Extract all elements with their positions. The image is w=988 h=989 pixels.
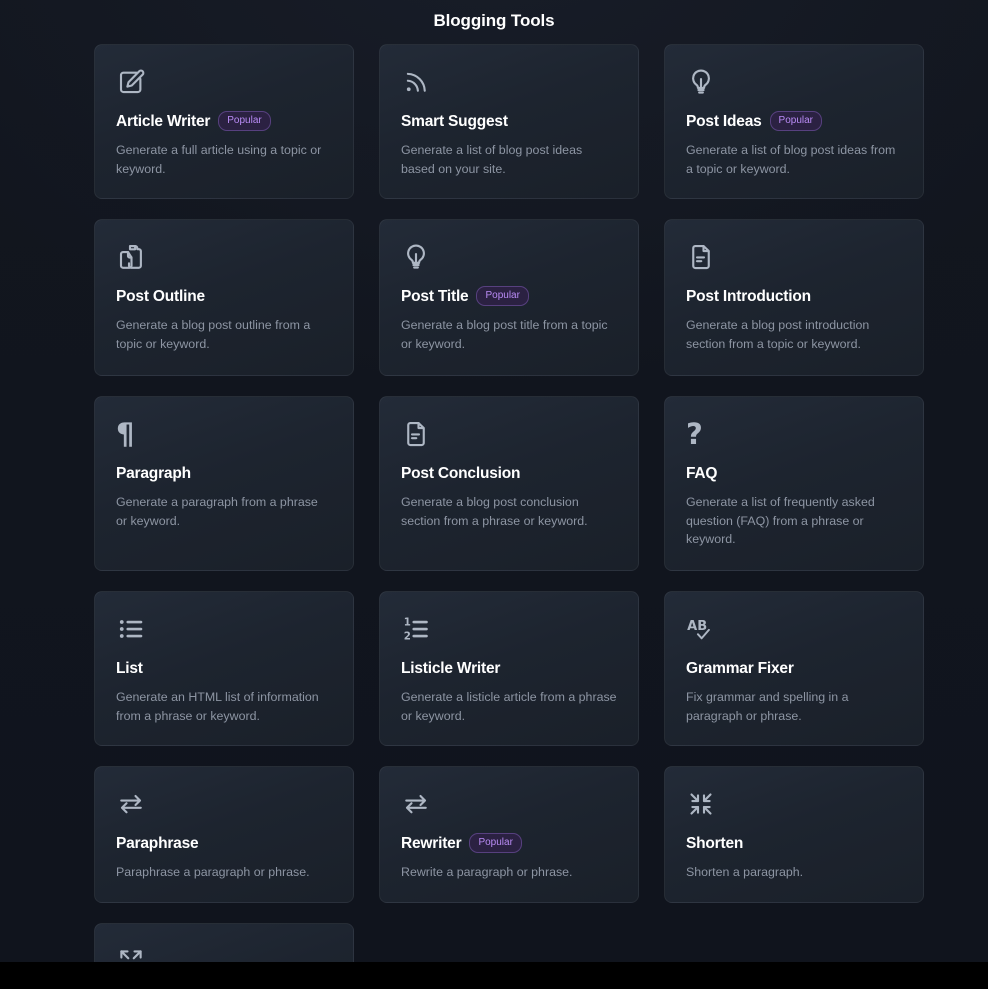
- tool-card-post-conclusion[interactable]: Post Conclusion Generate a blog post conc…: [379, 396, 639, 571]
- tool-card-rewriter[interactable]: Rewriter Popular Rewrite a paragraph or ph…: [379, 766, 639, 903]
- tool-card-listicle-writer[interactable]: 1 2 Listicle Writer Generate a listicle art…: [379, 591, 639, 746]
- question-mark-icon: ?: [686, 417, 703, 451]
- tool-title: Post Introduction: [686, 287, 811, 305]
- tool-card-header: Post Outline: [116, 286, 332, 306]
- popular-badge: Popular: [469, 833, 522, 853]
- tool-card-header: FAQ: [686, 463, 902, 483]
- tool-card-header: Paraphrase: [116, 833, 332, 853]
- tool-title: Post Conclusion: [401, 464, 521, 482]
- tool-card-paraphrase[interactable]: Paraphrase Paraphrase a paragraph or phra…: [94, 766, 354, 903]
- tool-card-smart-suggest[interactable]: Smart Suggest Generate a list of blog pos…: [379, 44, 639, 199]
- tool-title: Post Outline: [116, 287, 205, 305]
- tool-title: Paragraph: [116, 464, 191, 482]
- svg-text:AB: AB: [687, 619, 707, 634]
- tool-description: Fix grammar and spelling in a paragraph …: [686, 690, 849, 723]
- tool-card-header: Shorten: [686, 833, 902, 853]
- shrink-arrows-icon: [686, 789, 902, 823]
- tool-card-post-introduction[interactable]: Post Introduction Generate a blog post in…: [664, 219, 924, 376]
- spellcheck-ab-icon: AB: [686, 614, 902, 648]
- tool-description: Generate an HTML list of information fro…: [116, 690, 319, 723]
- tool-card-header: Paragraph: [116, 463, 332, 483]
- tool-card-expand[interactable]: ExpandExpand a phrase or keyword into a …: [94, 922, 354, 963]
- tool-card-shorten[interactable]: Shorten Shorten a paragraph.: [664, 766, 924, 903]
- tool-description: Generate a blog post outline from a topi…: [116, 318, 311, 351]
- tool-description: Generate a blog post introduction sectio…: [686, 318, 870, 351]
- tool-description: Generate a list of blog post ideas based…: [401, 143, 583, 176]
- tool-card-header: Article Writer Popular: [116, 111, 332, 131]
- swap-arrows-icon: [401, 789, 617, 823]
- expand-arrows-icon: [116, 946, 332, 963]
- page-title: Blogging Tools: [433, 11, 555, 30]
- tool-card-header: Post Conclusion: [401, 463, 617, 483]
- tool-title: Paraphrase: [116, 834, 199, 852]
- tool-card-header: Grammar Fixer: [686, 658, 902, 678]
- tool-title: Grammar Fixer: [686, 659, 794, 677]
- tools-grid: Article Writer Popular Generate a full art…: [0, 36, 988, 962]
- tool-title: Shorten: [686, 834, 744, 852]
- tool-card-header: Post Introduction: [686, 286, 902, 306]
- svg-text:2: 2: [404, 630, 411, 642]
- tool-title: Article Writer: [116, 112, 211, 130]
- tool-title: List: [116, 659, 143, 677]
- tool-card-header: Rewriter Popular: [401, 833, 617, 853]
- swap-arrows-icon: [116, 789, 332, 823]
- lightbulb-icon: [686, 67, 902, 101]
- tool-title: Rewriter: [401, 834, 462, 852]
- document-text-icon: [686, 242, 902, 276]
- tool-card-list[interactable]: List Generate an HTML list of information…: [94, 591, 354, 746]
- tool-card-header: Listicle Writer: [401, 658, 617, 678]
- popular-badge: Popular: [769, 111, 822, 131]
- pencil-square-icon: [116, 67, 332, 101]
- tool-card-grammar-fixer[interactable]: AB Grammar Fixer Fix grammar and spelling …: [664, 591, 924, 746]
- tool-description: Generate a blog post conclusion section …: [401, 495, 588, 528]
- tool-title: Smart Suggest: [401, 112, 508, 130]
- tool-card-header: Post Title Popular: [401, 286, 617, 306]
- tool-description: Shorten a paragraph.: [686, 865, 804, 879]
- tool-description: Paraphrase a paragraph or phrase.: [116, 865, 310, 879]
- tool-card-post-outline[interactable]: Post Outline Generate a blog post outline…: [94, 219, 354, 376]
- document-text-icon: [401, 419, 617, 453]
- tool-card-header: Smart Suggest: [401, 111, 617, 131]
- tool-description: Rewrite a paragraph or phrase.: [401, 865, 573, 879]
- tool-description: Generate a list of frequently asked ques…: [686, 495, 875, 546]
- tool-card-post-ideas[interactable]: Post Ideas Popular Generate a list of blog…: [664, 44, 924, 199]
- tool-title: Listicle Writer: [401, 659, 501, 677]
- tool-card-paragraph[interactable]: ¶ Paragraph Generate a paragraph from a ph…: [94, 396, 354, 571]
- popular-badge: Popular: [476, 286, 529, 306]
- tool-title: Post Title: [401, 287, 469, 305]
- tool-card-header: List: [116, 658, 332, 678]
- popular-badge: Popular: [218, 111, 271, 131]
- clipboard-copy-icon: [116, 242, 332, 276]
- tool-card-faq[interactable]: ? FAQ Generate a list of frequently asked …: [664, 396, 924, 571]
- tool-title: FAQ: [686, 464, 718, 482]
- pilcrow-icon: ¶: [116, 417, 135, 451]
- tool-description: Generate a blog post title from a topic …: [401, 318, 608, 351]
- tool-card-article-writer[interactable]: Article Writer Popular Generate a full art…: [94, 44, 354, 199]
- tool-description: Generate a list of blog post ideas from …: [686, 143, 896, 176]
- tool-description: Generate a paragraph from a phrase or ke…: [116, 495, 318, 528]
- blogging-tools-page: Blogging Tools Article Writer Popular Gene…: [0, 0, 988, 962]
- tool-description: Generate a full article using a topic or…: [116, 143, 322, 176]
- tool-card-post-title[interactable]: Post Title Popular Generate a blog post ti…: [379, 219, 639, 376]
- svg-text:1: 1: [404, 617, 411, 629]
- lightbulb-icon: [401, 242, 617, 276]
- numbered-list-icon: 12: [401, 614, 617, 648]
- rss-signal-icon: [401, 67, 617, 101]
- bulleted-list-icon: [116, 614, 332, 648]
- tool-title: Post Ideas: [686, 112, 762, 130]
- tool-card-header: Post Ideas Popular: [686, 111, 902, 131]
- tool-description: Generate a listicle article from a phras…: [401, 690, 617, 723]
- bottom-black-bar: [0, 962, 988, 989]
